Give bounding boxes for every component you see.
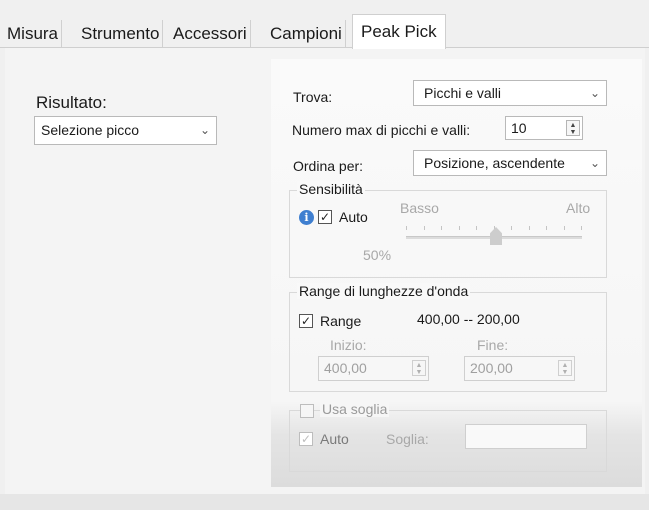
- end-label: Fine:: [477, 337, 509, 353]
- chevron-down-icon: ⌄: [199, 123, 210, 137]
- sort-dropdown[interactable]: Posizione, ascendente ⌄: [413, 150, 607, 176]
- tab-misura[interactable]: Misura: [4, 20, 63, 48]
- slider-tick: [529, 226, 530, 230]
- slider-tick: [581, 226, 582, 230]
- tab-strumento[interactable]: Strumento: [78, 20, 164, 48]
- slider-tick: [476, 226, 477, 230]
- range-value: 400,00 -- 200,00: [417, 311, 520, 327]
- sensitivity-slider[interactable]: [406, 218, 582, 252]
- sensitivity-value: 50%: [363, 247, 392, 263]
- tab-bar: Misura Strumento Accessori Campioni Peak…: [0, 0, 649, 49]
- spin-arrows-icon[interactable]: ▲ ▼: [558, 360, 572, 376]
- sensitivity-high-label: Alto: [566, 200, 591, 216]
- use-threshold-checkbox[interactable]: [300, 404, 314, 418]
- find-dropdown[interactable]: Picchi e valli ⌄: [413, 80, 607, 106]
- spin-arrows-icon[interactable]: ▲ ▼: [566, 120, 580, 136]
- max-peaks-label: Numero max di picchi e valli:: [292, 122, 471, 138]
- sensitivity-low-label: Basso: [400, 200, 439, 216]
- tab-peak-pick[interactable]: Peak Pick: [352, 14, 446, 49]
- slider-tick: [564, 226, 565, 230]
- slider-tick: [406, 226, 407, 230]
- sort-value: Posizione, ascendente: [424, 155, 565, 171]
- slider-tick: [441, 226, 442, 230]
- sort-label: Ordina per:: [293, 158, 364, 174]
- info-icon[interactable]: i: [299, 210, 314, 225]
- end-value: 200,00: [470, 360, 513, 376]
- threshold-auto-label: Auto: [320, 431, 349, 447]
- tab-accessori[interactable]: Accessori: [170, 20, 251, 48]
- slider-tick: [424, 226, 425, 230]
- slider-tick: [511, 226, 512, 230]
- max-peaks-stepper[interactable]: 10 ▲ ▼: [505, 116, 583, 140]
- chevron-down-icon: ⌄: [589, 156, 600, 170]
- result-value: Selezione picco: [41, 122, 140, 138]
- tab-campioni[interactable]: Campioni: [267, 20, 346, 48]
- wavelength-range-group-label: Range di lunghezze d'onda: [297, 283, 471, 299]
- slider-thumb[interactable]: [490, 227, 502, 245]
- start-label: Inizio:: [330, 337, 367, 353]
- result-dropdown[interactable]: Selezione picco ⌄: [34, 116, 217, 145]
- threshold-auto-checkbox[interactable]: ✓: [299, 432, 313, 446]
- threshold-input[interactable]: [465, 424, 587, 449]
- end-stepper[interactable]: 200,00 ▲ ▼: [464, 356, 575, 381]
- find-label: Trova:: [293, 89, 333, 105]
- start-stepper[interactable]: 400,00 ▲ ▼: [318, 356, 429, 381]
- sensitivity-auto-label: Auto: [339, 209, 368, 225]
- range-label: Range: [320, 313, 362, 329]
- find-value: Picchi e valli: [424, 85, 502, 101]
- status-strip: [0, 494, 649, 510]
- result-label: Risultato:: [36, 93, 107, 112]
- spin-arrows-icon[interactable]: ▲ ▼: [412, 360, 426, 376]
- use-threshold-label: Usa soglia: [320, 401, 390, 417]
- sensitivity-auto-checkbox[interactable]: ✓: [318, 210, 332, 224]
- chevron-down-icon: ⌄: [589, 86, 600, 100]
- slider-tick: [459, 226, 460, 230]
- range-checkbox[interactable]: ✓: [299, 314, 313, 328]
- start-value: 400,00: [324, 360, 367, 376]
- sensitivity-group-label: Sensibilità: [297, 181, 365, 197]
- threshold-label: Soglia:: [386, 431, 429, 447]
- slider-tick: [546, 226, 547, 230]
- max-peaks-value: 10: [511, 120, 527, 136]
